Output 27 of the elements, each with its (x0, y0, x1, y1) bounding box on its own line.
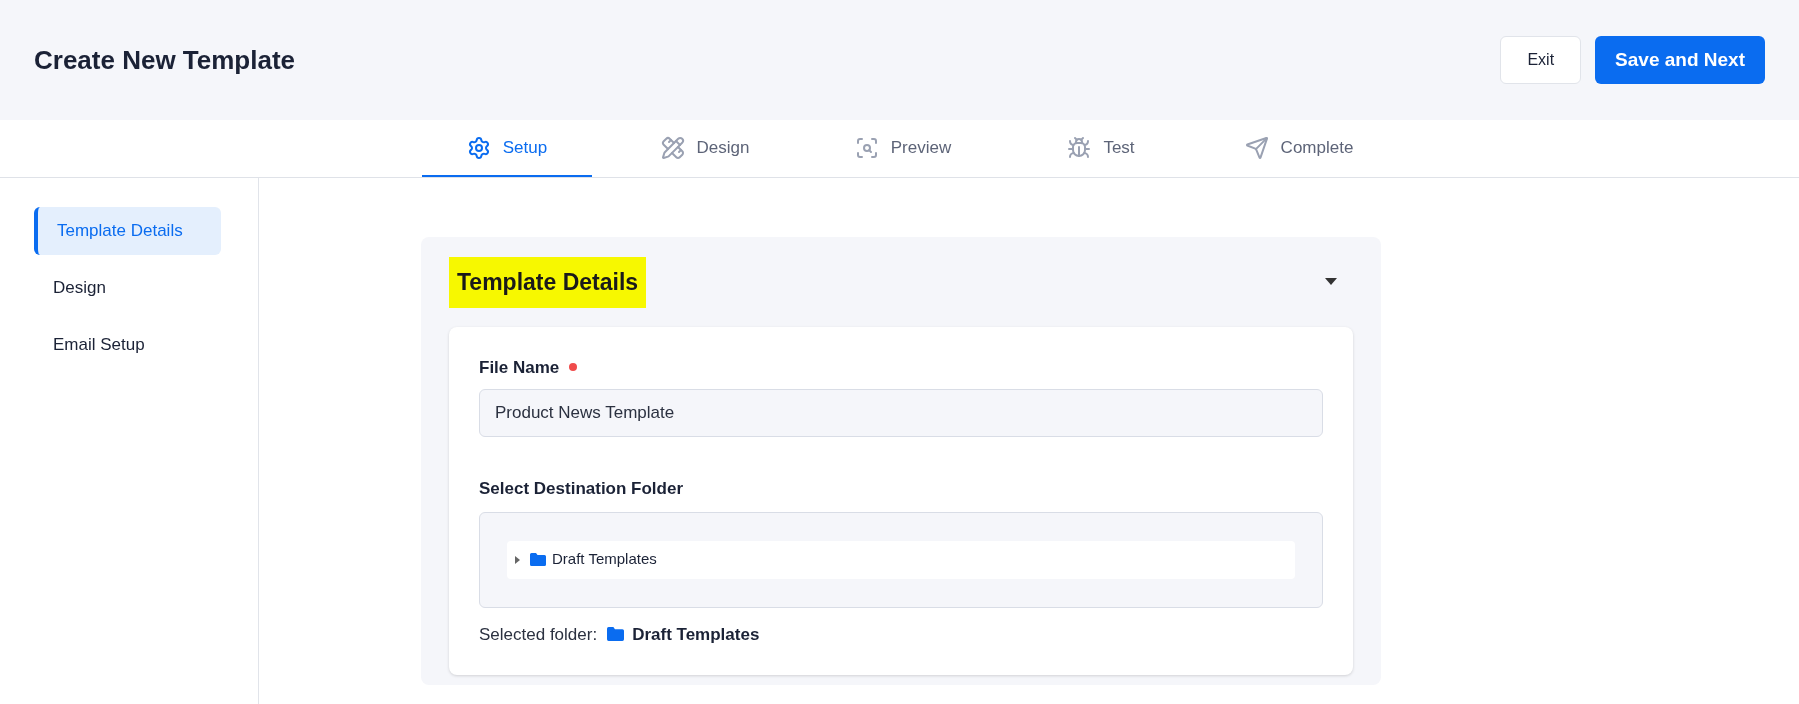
save-and-next-button[interactable]: Save and Next (1595, 36, 1765, 84)
tab[interactable]: Design (620, 120, 790, 177)
field-label: Select Destination Folder (479, 478, 685, 500)
tree-node[interactable]: Draft Templates (507, 540, 1295, 579)
gear-icon (466, 135, 491, 160)
sidebar-item[interactable]: Design (34, 264, 221, 312)
field-label: File Name (479, 356, 560, 379)
selected-folder-name: Draft Templates (632, 623, 760, 646)
sidebar-item[interactable]: Email Setup (34, 321, 221, 369)
folder-icon (607, 627, 625, 642)
page-title: Create New Template (34, 43, 296, 77)
sidebar-item[interactable]: Template Details (34, 207, 221, 255)
selected-folder-label: Selected folder: (479, 623, 598, 646)
tab[interactable]: Test (1016, 120, 1186, 177)
folder-icon (530, 553, 546, 566)
pencil-ruler-icon (660, 135, 685, 160)
caret-icon (1325, 278, 1337, 287)
tree-node-label: Draft Templates (552, 549, 657, 570)
tab[interactable]: Setup (422, 120, 592, 177)
magnifier-frame-icon (854, 135, 879, 160)
bug-icon (1067, 135, 1092, 160)
paper-plane-icon (1244, 135, 1269, 160)
tab[interactable]: Preview (818, 120, 988, 177)
exit-button[interactable]: Exit (1500, 36, 1582, 84)
section-title: Template Details (449, 257, 647, 308)
tab[interactable]: Complete (1214, 120, 1384, 177)
file-name-input[interactable]: Product News Template (479, 389, 1323, 437)
